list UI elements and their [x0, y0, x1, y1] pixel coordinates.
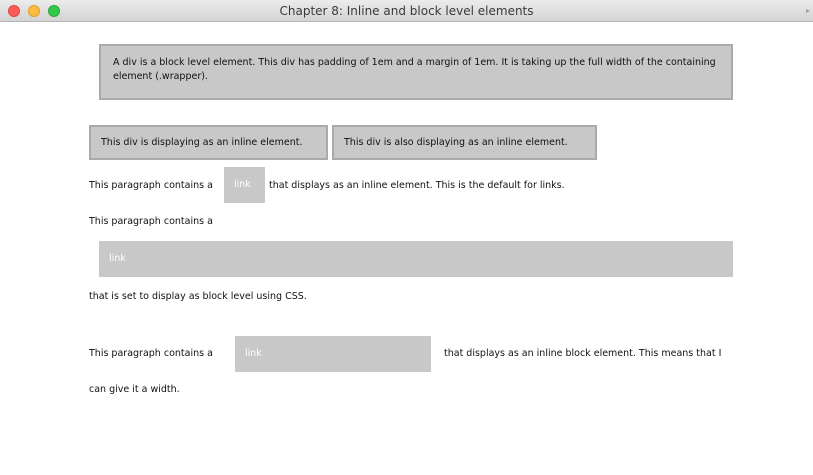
para1-after: that displays as an inline element. This…: [269, 180, 565, 191]
window-titlebar[interactable]: Chapter 8: Inline and block level elemen…: [0, 0, 813, 22]
window-title: Chapter 8: Inline and block level elemen…: [279, 4, 534, 18]
page-content: A div is a block level element. This div…: [0, 22, 813, 475]
inline-div-1-text: This div is displaying as an inline elem…: [101, 137, 303, 148]
block-div-text: A div is a block level element. This div…: [113, 57, 716, 82]
para3-after: that displays as an inline block element…: [444, 348, 722, 359]
inline-div-1: This div is displaying as an inline elem…: [89, 125, 328, 160]
inline-div-2-text: This div is also displaying as an inline…: [344, 137, 568, 148]
fullscreen-icon[interactable]: ▸: [806, 6, 810, 15]
para3-wrap: can give it a width.: [89, 384, 180, 395]
block-link[interactable]: link: [99, 241, 733, 277]
inline-div-2: This div is also displaying as an inline…: [332, 125, 597, 160]
inline-link[interactable]: link: [224, 167, 265, 203]
block-level-div: A div is a block level element. This div…: [99, 44, 733, 100]
para1-before: This paragraph contains a: [89, 180, 213, 191]
inline-block-link[interactable]: link: [235, 336, 431, 372]
para3-before: This paragraph contains a: [89, 348, 213, 359]
para2-after: that is set to display as block level us…: [89, 291, 307, 302]
para2-before: This paragraph contains a: [89, 216, 213, 227]
